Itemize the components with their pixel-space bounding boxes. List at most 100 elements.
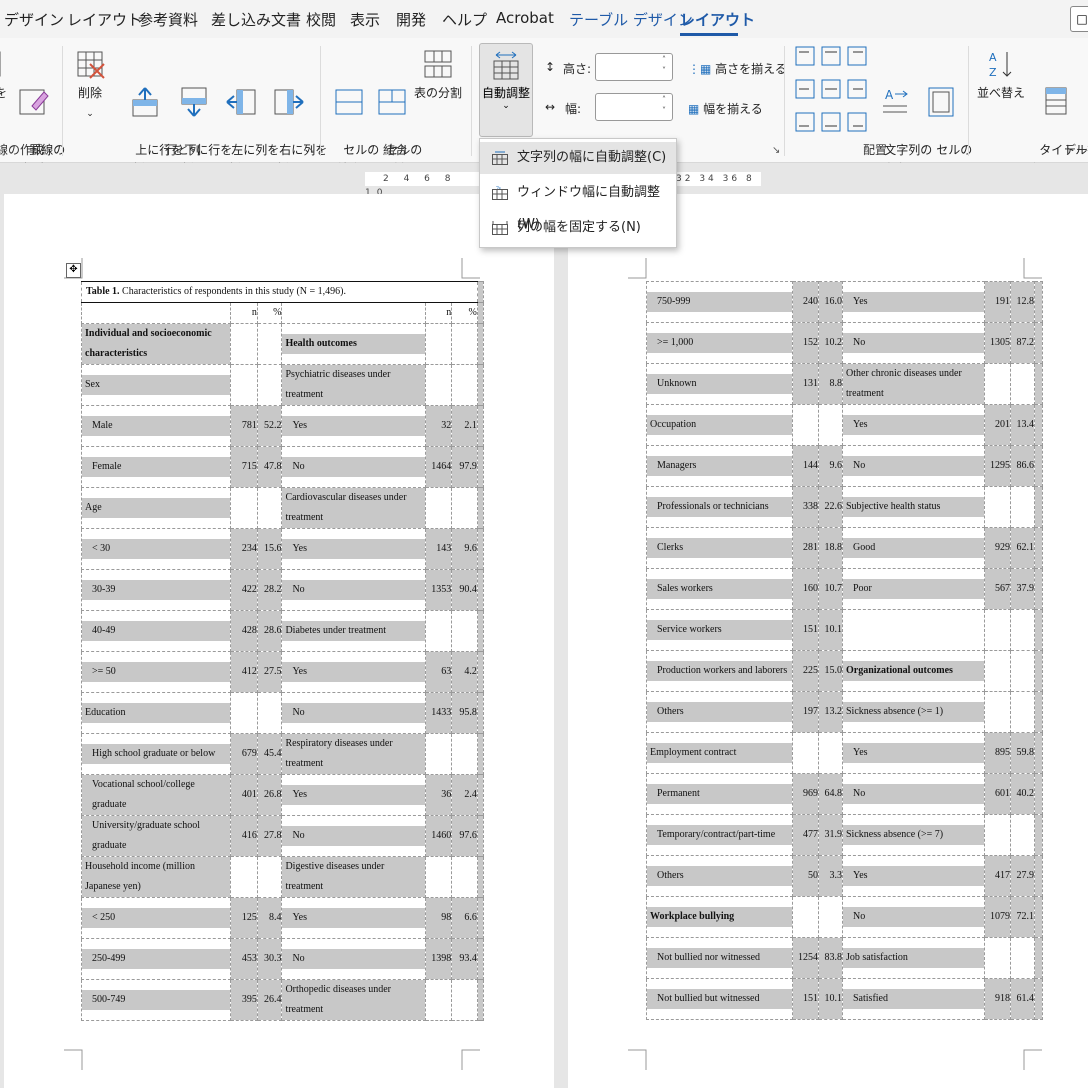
n-cell[interactable]: 191	[984, 281, 1011, 323]
n-cell[interactable]	[230, 487, 258, 529]
row-label-cell[interactable]: Managers	[646, 445, 793, 487]
pct-cell[interactable]	[451, 323, 478, 365]
pct-cell[interactable]: 13.4	[1010, 404, 1035, 446]
delete-button[interactable]: 削除 ⌄	[70, 48, 110, 124]
row-label-cell[interactable]: No	[281, 938, 426, 980]
row-label-cell[interactable]: >= 1,000	[646, 322, 793, 364]
fixed-column-width-item[interactable]: 列の幅を固定する(N)	[480, 212, 676, 244]
n-cell[interactable]	[230, 364, 258, 406]
row-label-cell[interactable]: Production workers and laborers	[646, 650, 793, 692]
n-cell[interactable]	[792, 896, 819, 938]
row-label-cell[interactable]: Organizational outcomes	[842, 650, 985, 692]
n-cell[interactable]	[230, 323, 258, 365]
pct-cell[interactable]: 10.7	[818, 568, 843, 610]
tab-help[interactable]: ヘルプ	[442, 9, 487, 30]
pct-cell[interactable]: 22.6	[818, 486, 843, 528]
autofit-window-item[interactable]: % ウィンドウ幅に自動調整(W)	[480, 177, 676, 232]
row-label-cell[interactable]: Not bullied nor witnessed	[646, 937, 793, 979]
n-cell[interactable]	[792, 732, 819, 774]
n-cell[interactable]: 417	[984, 855, 1011, 897]
row-label-cell[interactable]: No	[281, 815, 426, 857]
row-label-cell[interactable]: Female	[80, 446, 232, 488]
distribute-rows-button[interactable]: ⋮▦ 高さを揃える	[688, 60, 787, 77]
results-table-page-2[interactable]: 750-999 240 16.0 Yes 191 12.8 >= 1,000 152 10.2 N…	[646, 281, 1043, 1020]
row-label-cell[interactable]: Yes	[281, 405, 426, 447]
row-label-cell[interactable]: 750-999	[646, 281, 793, 323]
tab-table-layout[interactable]: レイアウト	[680, 9, 755, 30]
pct-cell[interactable]: 10.2	[818, 322, 843, 364]
pct-cell[interactable]: 3.3	[818, 855, 843, 897]
pct-cell[interactable]: 10.1	[818, 978, 843, 1020]
distribute-columns-button[interactable]: ▦ 幅を揃える	[688, 100, 763, 117]
row-label-cell[interactable]: Yes	[842, 281, 985, 323]
n-cell[interactable]: 225	[792, 650, 819, 692]
tab-acrobat[interactable]: Acrobat	[496, 9, 554, 27]
row-label-cell[interactable]: Unknown	[646, 363, 793, 405]
split-table-button[interactable]: 表の分割	[413, 48, 463, 103]
row-label-cell[interactable]: Sickness absence (>= 7)	[842, 814, 985, 856]
pct-cell[interactable]: 59.8	[1010, 732, 1035, 774]
row-label-cell[interactable]: Diabetes under treatment	[281, 610, 426, 652]
sort-button[interactable]: AZ 並べ替え	[976, 48, 1026, 103]
row-label-cell[interactable]	[842, 609, 985, 651]
row-label-cell[interactable]: No	[842, 896, 985, 938]
row-label-cell[interactable]: Individual and socioeconomic characteris…	[80, 323, 232, 365]
row-label-cell[interactable]: Yes	[842, 732, 985, 774]
n-cell[interactable]	[984, 650, 1011, 692]
pct-cell[interactable]: 26.4	[256, 979, 283, 1021]
row-label-cell[interactable]: No	[281, 446, 426, 488]
n-cell[interactable]	[424, 487, 453, 529]
row-label-cell[interactable]: No	[842, 773, 985, 815]
n-cell[interactable]: 601	[984, 773, 1011, 815]
n-cell[interactable]	[424, 323, 453, 365]
n-cell[interactable]: 401	[230, 774, 258, 816]
n-cell[interactable]	[424, 610, 453, 652]
n-cell[interactable]	[424, 733, 453, 775]
autofit-contents-item[interactable]: 文字列の幅に自動調整(C)	[480, 142, 676, 174]
pct-cell[interactable]: 15.0	[818, 650, 843, 692]
pct-cell[interactable]: 26.8	[256, 774, 283, 816]
pct-cell[interactable]: 45.4	[256, 733, 283, 775]
n-cell[interactable]	[230, 856, 258, 898]
n-cell[interactable]: 969	[792, 773, 819, 815]
pct-cell[interactable]: 2.4	[451, 774, 478, 816]
row-label-cell[interactable]: Yes	[281, 897, 426, 939]
pct-cell[interactable]	[451, 733, 478, 775]
n-cell[interactable]: 453	[230, 938, 258, 980]
tab-design[interactable]: デザイン	[4, 9, 64, 30]
n-cell[interactable]: 895	[984, 732, 1011, 774]
dialog-launcher-icon[interactable]: ↘	[307, 145, 315, 156]
pct-cell[interactable]: 31.9	[818, 814, 843, 856]
row-label-cell[interactable]: Yes	[842, 855, 985, 897]
n-cell[interactable]: 143	[424, 528, 453, 570]
results-table-page-1[interactable]: Table 1. Characteristics of respondents …	[80, 281, 485, 1021]
n-cell[interactable]: 1460	[424, 815, 453, 857]
tab-mailings[interactable]: 差し込み文書	[211, 9, 301, 30]
n-cell[interactable]: 567	[984, 568, 1011, 610]
pct-cell[interactable]: 90.4	[451, 569, 478, 611]
row-label-cell[interactable]: High school graduate or below	[80, 733, 232, 775]
pct-cell[interactable]	[256, 487, 283, 529]
pct-cell[interactable]: 18.8	[818, 527, 843, 569]
pct-cell[interactable]	[451, 487, 478, 529]
row-label-cell[interactable]: University/graduate school graduate	[80, 815, 232, 857]
row-label-cell[interactable]: No	[281, 692, 426, 734]
row-label-cell[interactable]: Good	[842, 527, 985, 569]
row-label-cell[interactable]: Professionals or technicians	[646, 486, 793, 528]
pct-cell[interactable]	[1010, 937, 1035, 979]
row-label-cell[interactable]: Education	[80, 692, 232, 734]
row-label-cell[interactable]: Digestive diseases under treatment	[281, 856, 426, 898]
pct-cell[interactable]: 27.5	[256, 651, 283, 693]
pct-cell[interactable]: 16.0	[818, 281, 843, 323]
comments-icon[interactable]: □	[1070, 6, 1088, 32]
row-label-cell[interactable]: Others	[646, 691, 793, 733]
tab-review[interactable]: 校閲	[306, 9, 336, 30]
row-label-cell[interactable]: < 250	[80, 897, 232, 939]
row-label-cell[interactable]: No	[842, 445, 985, 487]
n-cell[interactable]: 32	[424, 405, 453, 447]
pct-cell[interactable]	[451, 856, 478, 898]
row-label-cell[interactable]: Employment contract	[646, 732, 793, 774]
n-cell[interactable]	[984, 937, 1011, 979]
n-cell[interactable]: 715	[230, 446, 258, 488]
pct-cell[interactable]: 47.8	[256, 446, 283, 488]
